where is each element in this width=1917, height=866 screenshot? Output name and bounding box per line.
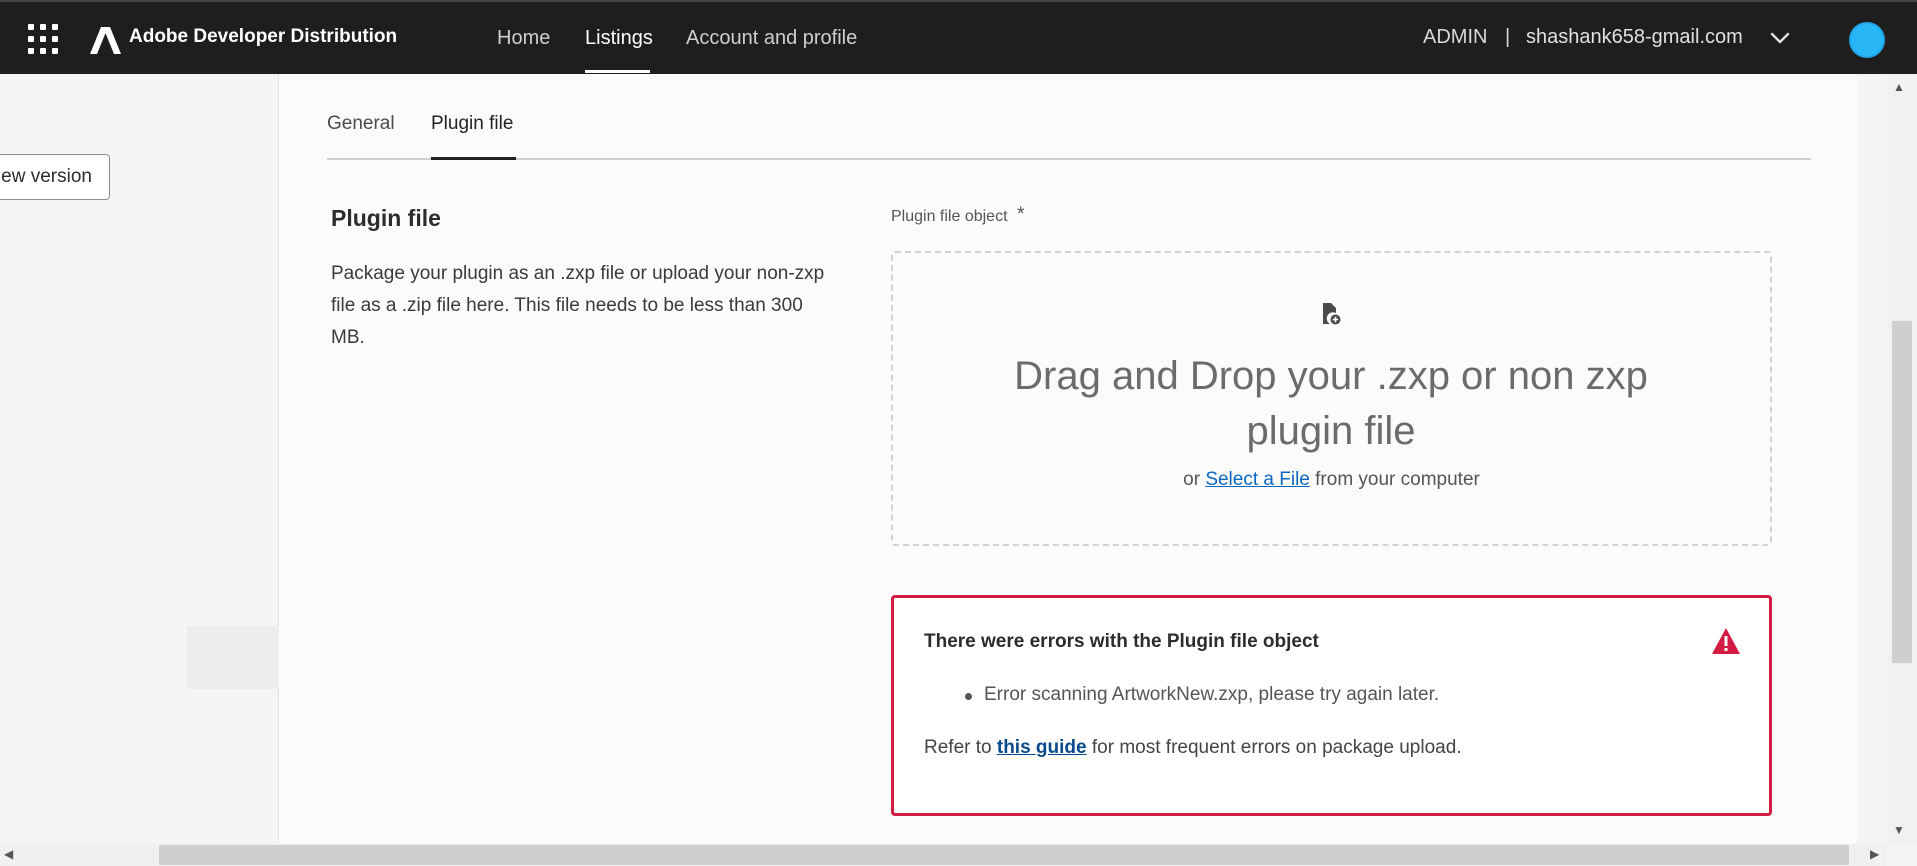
field-label: Plugin file object bbox=[891, 208, 1008, 225]
nav-active-underline bbox=[585, 70, 650, 73]
tab-plugin-file[interactable]: Plugin file bbox=[431, 113, 513, 135]
chevron-down-icon[interactable] bbox=[1770, 31, 1790, 45]
tab-active-underline bbox=[431, 157, 516, 160]
dropzone-suffix: from your computer bbox=[1315, 469, 1480, 490]
error-title: There were errors with the Plugin file o… bbox=[924, 631, 1319, 652]
avatar[interactable] bbox=[1849, 22, 1885, 58]
file-add-icon bbox=[1323, 303, 1341, 325]
account-name[interactable]: shashank658-gmail.com bbox=[1526, 26, 1743, 49]
scroll-up-icon[interactable]: ▲ bbox=[1893, 80, 1905, 94]
avatar-image bbox=[1851, 24, 1883, 56]
sidebar-placeholder bbox=[187, 626, 282, 689]
left-sidebar: ew version bbox=[0, 74, 282, 844]
error-footer: Refer to this guide for most frequent er… bbox=[924, 737, 1462, 759]
tabs-divider bbox=[327, 158, 1811, 160]
brand-name[interactable]: Adobe Developer Distribution bbox=[129, 26, 397, 48]
error-footer-prefix: Refer to bbox=[924, 737, 992, 758]
error-item: Error scanning ArtworkNew.zxp, please tr… bbox=[984, 684, 1440, 705]
dropzone-prefix: or bbox=[1183, 469, 1201, 490]
guide-link[interactable]: this guide bbox=[997, 737, 1087, 758]
error-footer-suffix: for most frequent errors on package uplo… bbox=[1091, 737, 1462, 758]
scroll-right-icon[interactable]: ▶ bbox=[1870, 847, 1879, 861]
dropzone-subtext: or Select a File from your computer bbox=[891, 469, 1772, 491]
scroll-left-icon[interactable]: ◀ bbox=[4, 847, 13, 861]
nav-account-and-profile[interactable]: Account and profile bbox=[686, 27, 857, 50]
new-version-button[interactable]: ew version bbox=[0, 154, 110, 200]
dropzone-title: Drag and Drop your .zxp or non zxp plugi… bbox=[1014, 354, 1648, 453]
top-navigation-bar: Adobe Developer Distribution Home Listin… bbox=[0, 0, 1917, 74]
header-separator: | bbox=[1505, 26, 1511, 48]
section-description: Package your plugin as an .zxp file or u… bbox=[331, 263, 825, 348]
select-file-link[interactable]: Select a File bbox=[1205, 469, 1310, 490]
scroll-down-icon[interactable]: ▼ bbox=[1893, 823, 1905, 837]
required-mark: * bbox=[1017, 204, 1025, 225]
nav-home[interactable]: Home bbox=[497, 27, 550, 50]
vertical-scroll-thumb[interactable] bbox=[1892, 321, 1912, 663]
adobe-logo-icon[interactable] bbox=[90, 27, 121, 54]
nav-listings[interactable]: Listings bbox=[585, 27, 653, 50]
apps-grid-icon[interactable] bbox=[28, 24, 58, 54]
alert-icon bbox=[1712, 628, 1740, 654]
horizontal-scroll-thumb[interactable] bbox=[159, 845, 1849, 865]
tab-general[interactable]: General bbox=[327, 113, 395, 135]
section-title: Plugin file bbox=[331, 205, 441, 231]
role-label: ADMIN bbox=[1423, 26, 1488, 48]
error-bullet bbox=[965, 693, 972, 700]
